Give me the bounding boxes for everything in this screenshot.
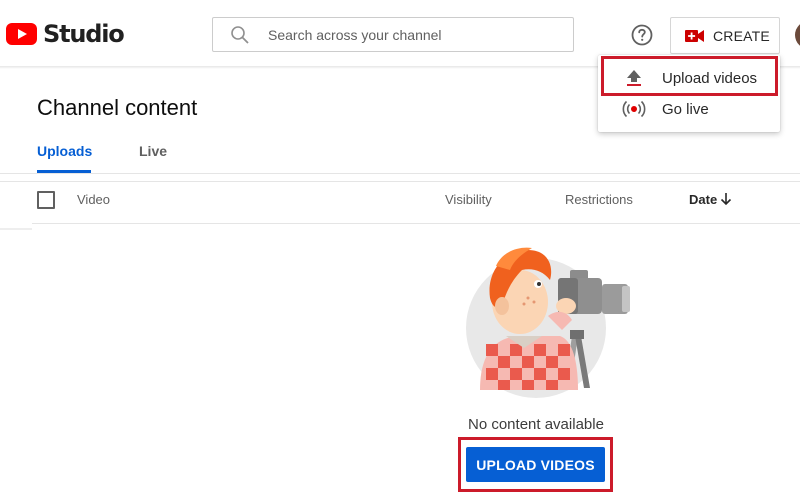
avatar[interactable] [795,21,800,49]
live-broadcast-icon [622,100,646,118]
youtube-play-icon [6,23,37,45]
column-header-restrictions[interactable]: Restrictions [565,192,633,207]
video-camera-plus-icon [685,29,704,42]
search-box[interactable] [212,17,574,52]
table-header-top-border [0,181,800,182]
tab-divider [0,173,800,174]
youtube-studio-page: Studio CREATE Channel conten [0,0,800,494]
column-header-video[interactable]: Video [77,192,110,207]
help-icon[interactable] [630,23,654,47]
empty-state-message: No content available [468,416,604,433]
studio-logo[interactable]: Studio [6,20,125,48]
empty-state-illustration [466,247,630,398]
tab-live[interactable]: Live [139,143,167,159]
select-all-checkbox[interactable] [37,191,55,209]
tab-uploads[interactable]: Uploads [37,143,92,159]
menu-item-label: Go live [662,100,709,118]
search-input[interactable] [268,26,558,43]
annotation-highlight-upload-menu-item [601,56,778,96]
page-title: Channel content [37,95,198,120]
column-header-visibility[interactable]: Visibility [445,192,492,207]
search-icon [231,25,249,44]
table-header-bottom-border [32,223,800,224]
divider [0,228,32,230]
annotation-highlight-upload-button [458,437,613,492]
create-button-label: CREATE [713,27,770,44]
menu-item-go-live[interactable]: Go live [598,93,780,125]
create-button[interactable]: CREATE [670,17,780,54]
app-name: Studio [43,20,125,48]
arrow-down-icon[interactable] [718,191,734,207]
column-header-date[interactable]: Date [689,192,717,207]
